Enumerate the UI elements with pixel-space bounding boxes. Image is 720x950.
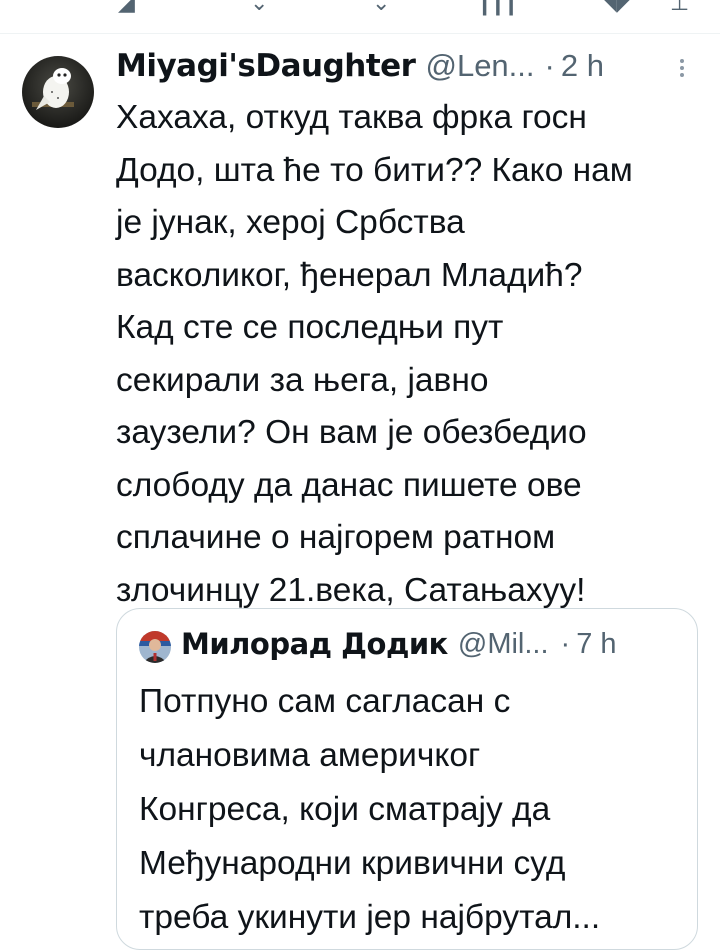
tweet-text: Хахаха, откуд таква фрка госн Додо, шта … bbox=[116, 92, 706, 617]
quoted-user-handle: @Mil... bbox=[457, 627, 549, 660]
quoted-text-line: Конгреса, који сматрају да bbox=[139, 791, 551, 828]
tweet-text-line: је јунак, херој Србства bbox=[116, 204, 465, 241]
reply-icon[interactable]: ◢ bbox=[118, 0, 135, 14]
tweet-header: Miyagi'sDaughter @Len... · 2 h bbox=[116, 48, 604, 88]
user-handle[interactable]: @Len... bbox=[425, 48, 534, 83]
more-icon[interactable] bbox=[672, 56, 692, 82]
views-icon[interactable]: ┃┃┃ bbox=[478, 0, 518, 14]
quoted-timestamp: 7 h bbox=[576, 627, 617, 660]
tweet-text-line: слободу да данас пишете ове bbox=[116, 466, 582, 504]
tweet-text-line: Додо, шта ће то бити?? Како нам bbox=[116, 151, 633, 189]
tweet-text-line: Кад сте се последњи пут bbox=[116, 309, 504, 346]
quoted-tweet-header: Милорад Додик @Mil... · 7 h bbox=[181, 627, 617, 661]
tweet-text-line: заузели? Он вам је обезбедио bbox=[116, 414, 587, 451]
owl-avatar-image bbox=[22, 56, 94, 128]
previous-tweet-action-bar: ◢ ⌄ ⌄ ┃┃┃ ◥◤ ⊥ bbox=[0, 0, 720, 22]
tweet-text-line: сплачине о најгорем ратном bbox=[116, 519, 556, 556]
tweet-divider bbox=[0, 33, 720, 34]
quoted-text-line: треба укинути јер најбрутал... bbox=[139, 899, 601, 936]
person-avatar-image bbox=[139, 631, 171, 663]
quoted-text-line: Потпуно сам сагласан с bbox=[139, 683, 511, 720]
separator-dot: · bbox=[560, 627, 571, 660]
quoted-tweet-card[interactable]: Милорад Додик @Mil... · 7 h Потпуно сам саг… bbox=[116, 608, 698, 950]
avatar[interactable] bbox=[22, 56, 94, 128]
like-icon[interactable]: ⌄ bbox=[372, 0, 390, 14]
quoted-text-line: Међународни кривични суд bbox=[139, 845, 566, 882]
bookmark-icon[interactable]: ◥◤ bbox=[600, 0, 634, 14]
tweet-text-line: секирали за њега, јавно bbox=[116, 361, 489, 399]
separator-dot: · bbox=[544, 48, 555, 83]
tweet-text-line: Хахаха, откуд таква фрка госн bbox=[116, 99, 587, 136]
quoted-tweet-text: Потпуно сам сагласан с члановима америчк… bbox=[139, 675, 697, 945]
quoted-text-line: члановима америчког bbox=[139, 737, 481, 774]
display-name[interactable]: Miyagi'sDaughter bbox=[116, 48, 416, 84]
tweet-text-line: васколиког, ђенерал Младић? bbox=[116, 256, 583, 294]
share-icon[interactable]: ⊥ bbox=[670, 0, 689, 14]
timestamp[interactable]: 2 h bbox=[561, 48, 604, 83]
quoted-display-name: Милорад Додик bbox=[181, 627, 448, 661]
retweet-icon[interactable]: ⌄ bbox=[250, 0, 268, 14]
quoted-avatar bbox=[139, 631, 171, 663]
